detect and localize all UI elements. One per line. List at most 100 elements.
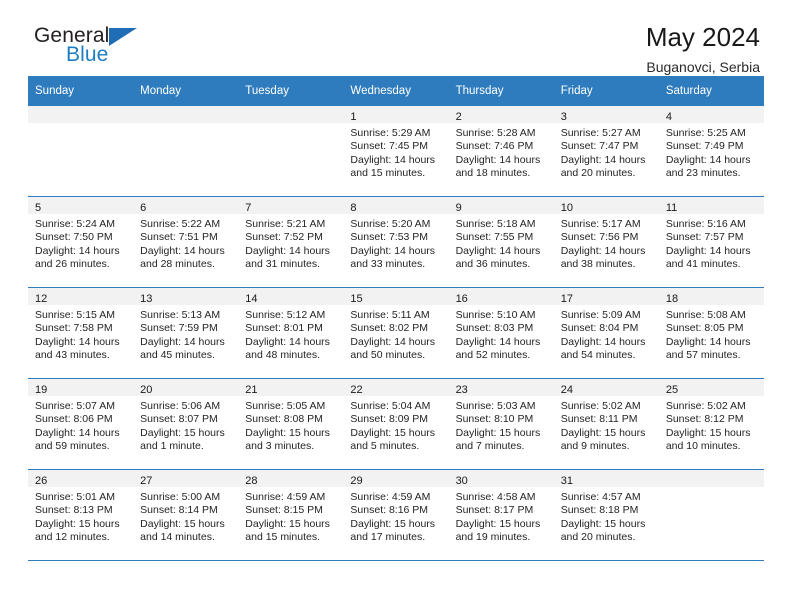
day-details: Sunrise: 5:07 AM Sunset: 8:06 PM Daylight:… [28, 396, 133, 454]
sunset-text: Sunset: 7:56 PM [560, 231, 639, 244]
calendar-day-cell[interactable]: 25 Sunrise: 5:02 AM Sunset: 8:12 PM Dayligh… [658, 378, 764, 470]
daylight-text-line1: Daylight: 15 hours [560, 517, 646, 530]
sunrise-text: Sunrise: 5:07 AM [35, 400, 115, 412]
day-cell-content: 31 Sunrise: 4:57 AM Sunset: 8:18 PM Dayligh… [553, 470, 659, 558]
sunset-text: Sunset: 7:47 PM [560, 140, 639, 153]
daylight-text-line1: Daylight: 14 hours [665, 335, 751, 348]
daylight-text-line2: and 5 minutes. [350, 440, 420, 453]
day-details: Sunrise: 5:06 AM Sunset: 8:07 PM Daylight:… [133, 396, 238, 454]
sunrise-text: Sunrise: 4:58 AM [455, 491, 536, 503]
sunrise-text: Sunrise: 5:11 AM [350, 309, 430, 321]
daylight-text-line1: Daylight: 15 hours [245, 426, 330, 439]
calendar-day-cell[interactable]: 1 Sunrise: 5:29 AM Sunset: 7:45 PM Daylight… [343, 106, 449, 197]
calendar-day-cell[interactable]: 18 Sunrise: 5:08 AM Sunset: 8:05 PM Dayligh… [658, 287, 764, 379]
calendar-day-cell[interactable]: 28 Sunrise: 4:59 AM Sunset: 8:15 PM Dayligh… [238, 469, 344, 561]
calendar-day-cell-empty [658, 469, 764, 561]
daylight-text-line2: and 59 minutes. [35, 440, 110, 453]
sunrise-text: Sunrise: 5:27 AM [560, 127, 641, 139]
calendar-day-cell[interactable]: 23 Sunrise: 5:03 AM Sunset: 8:10 PM Dayligh… [448, 378, 554, 470]
day-cell-content: 21 Sunrise: 5:05 AM Sunset: 8:08 PM Dayligh… [238, 379, 344, 467]
calendar-day-cell[interactable]: 12 Sunrise: 5:15 AM Sunset: 7:58 PM Dayligh… [28, 287, 134, 379]
day-details: Sunrise: 5:22 AM Sunset: 7:51 PM Daylight:… [133, 214, 238, 272]
calendar-day-cell[interactable]: 11 Sunrise: 5:16 AM Sunset: 7:57 PM Dayligh… [658, 196, 764, 288]
sunrise-text: Sunrise: 5:12 AM [245, 309, 326, 321]
daylight-text-line1: Daylight: 15 hours [140, 517, 225, 530]
day-details: Sunrise: 4:59 AM Sunset: 8:16 PM Daylight:… [343, 487, 448, 545]
calendar-day-cell[interactable]: 15 Sunrise: 5:11 AM Sunset: 8:02 PM Dayligh… [343, 287, 449, 379]
calendar-day-cell[interactable]: 2 Sunrise: 5:28 AM Sunset: 7:46 PM Daylight… [448, 106, 554, 197]
general-blue-logo[interactable]: General Blue [34, 22, 164, 70]
day-details: Sunrise: 5:10 AM Sunset: 8:03 PM Daylight:… [449, 305, 554, 363]
day-number: 29 [350, 475, 363, 487]
day-number-band [28, 106, 134, 123]
day-number-band: 10 [553, 197, 659, 214]
weekday-header-tuesday: Tuesday [238, 76, 344, 106]
day-number-band: 17 [553, 288, 659, 305]
daylight-text-line2: and 54 minutes. [560, 349, 636, 362]
calendar-day-cell[interactable]: 24 Sunrise: 5:02 AM Sunset: 8:11 PM Dayligh… [553, 378, 659, 470]
sunrise-text: Sunrise: 5:25 AM [665, 127, 746, 139]
calendar-day-cell[interactable]: 14 Sunrise: 5:12 AM Sunset: 8:01 PM Dayligh… [238, 287, 344, 379]
logo-word-blue: Blue [66, 43, 109, 66]
calendar-day-cell[interactable]: 21 Sunrise: 5:05 AM Sunset: 8:08 PM Dayligh… [238, 378, 344, 470]
day-details: Sunrise: 4:59 AM Sunset: 8:15 PM Daylight:… [238, 487, 343, 545]
calendar-day-cell[interactable]: 10 Sunrise: 5:17 AM Sunset: 7:56 PM Dayligh… [553, 196, 659, 288]
daylight-text-line1: Daylight: 14 hours [245, 244, 330, 257]
day-number-band: 14 [238, 288, 344, 305]
calendar-day-cell[interactable]: 19 Sunrise: 5:07 AM Sunset: 8:06 PM Dayligh… [28, 378, 134, 470]
day-number: 24 [560, 384, 573, 396]
day-number: 17 [560, 293, 573, 305]
calendar-day-cell[interactable]: 16 Sunrise: 5:10 AM Sunset: 8:03 PM Dayligh… [448, 287, 554, 379]
calendar-day-cell[interactable]: 13 Sunrise: 5:13 AM Sunset: 7:59 PM Dayligh… [133, 287, 239, 379]
sunset-text: Sunset: 8:14 PM [140, 504, 218, 517]
calendar-day-cell[interactable]: 3 Sunrise: 5:27 AM Sunset: 7:47 PM Daylight… [553, 106, 659, 197]
daylight-text-line2: and 43 minutes. [35, 349, 110, 362]
day-number-band: 24 [553, 379, 659, 396]
calendar-day-cell[interactable]: 31 Sunrise: 4:57 AM Sunset: 8:18 PM Dayligh… [553, 469, 659, 561]
day-cell-content: 6 Sunrise: 5:22 AM Sunset: 7:51 PM Daylight… [133, 197, 239, 285]
sunrise-text: Sunrise: 4:57 AM [560, 491, 641, 503]
calendar-day-cell[interactable]: 7 Sunrise: 5:21 AM Sunset: 7:52 PM Daylight… [238, 196, 344, 288]
sunset-text: Sunset: 7:57 PM [665, 231, 744, 244]
day-details: Sunrise: 5:29 AM Sunset: 7:45 PM Daylight:… [343, 123, 448, 181]
calendar-table: Sunday Monday Tuesday Wednesday Thursday Frid… [28, 76, 764, 561]
daylight-text-line1: Daylight: 14 hours [350, 335, 436, 348]
calendar-day-cell[interactable]: 29 Sunrise: 4:59 AM Sunset: 8:16 PM Dayligh… [343, 469, 449, 561]
calendar-day-cell[interactable]: 4 Sunrise: 5:25 AM Sunset: 7:49 PM Daylight… [658, 106, 764, 197]
calendar-day-cell[interactable]: 27 Sunrise: 5:00 AM Sunset: 8:14 PM Dayligh… [133, 469, 239, 561]
day-number-band: 29 [343, 470, 449, 487]
daylight-text-line2: and 57 minutes. [665, 349, 741, 362]
calendar-day-cell[interactable]: 30 Sunrise: 4:58 AM Sunset: 8:17 PM Dayligh… [448, 469, 554, 561]
daylight-text-line2: and 45 minutes. [140, 349, 215, 362]
calendar-day-cell[interactable]: 6 Sunrise: 5:22 AM Sunset: 7:51 PM Daylight… [133, 196, 239, 288]
day-number: 16 [455, 293, 468, 305]
calendar-day-cell[interactable]: 8 Sunrise: 5:20 AM Sunset: 7:53 PM Daylight… [343, 196, 449, 288]
sunrise-text: Sunrise: 5:22 AM [140, 218, 221, 230]
day-number: 13 [140, 293, 153, 305]
day-details: Sunrise: 5:09 AM Sunset: 8:04 PM Daylight:… [554, 305, 659, 363]
daylight-text-line2: and 9 minutes. [560, 440, 630, 453]
calendar-day-cell[interactable]: 22 Sunrise: 5:04 AM Sunset: 8:09 PM Dayligh… [343, 378, 449, 470]
calendar-day-cell[interactable]: 5 Sunrise: 5:24 AM Sunset: 7:50 PM Daylight… [28, 196, 134, 288]
calendar-day-cell[interactable]: 17 Sunrise: 5:09 AM Sunset: 8:04 PM Dayligh… [553, 287, 659, 379]
day-number-band: 21 [238, 379, 344, 396]
day-number-band: 30 [448, 470, 554, 487]
sunset-text: Sunset: 8:07 PM [140, 413, 218, 426]
calendar-day-cell[interactable]: 20 Sunrise: 5:06 AM Sunset: 8:07 PM Dayligh… [133, 378, 239, 470]
sunset-text: Sunset: 8:12 PM [665, 413, 744, 426]
calendar-day-cell[interactable]: 9 Sunrise: 5:18 AM Sunset: 7:55 PM Daylight… [448, 196, 554, 288]
day-details: Sunrise: 5:04 AM Sunset: 8:09 PM Daylight:… [343, 396, 448, 454]
sunset-text: Sunset: 8:18 PM [560, 504, 639, 517]
calendar-day-cell[interactable]: 26 Sunrise: 5:01 AM Sunset: 8:13 PM Dayligh… [28, 469, 134, 561]
day-number-band [658, 470, 764, 487]
day-number: 2 [455, 111, 462, 123]
day-number-band: 9 [448, 197, 554, 214]
daylight-text-line2: and 14 minutes. [140, 531, 215, 544]
sunset-text: Sunset: 7:55 PM [455, 231, 534, 244]
daylight-text-line1: Daylight: 14 hours [35, 426, 120, 439]
daylight-text-line2: and 36 minutes. [455, 258, 531, 271]
daylight-text-line2: and 15 minutes. [350, 167, 426, 180]
sunrise-text: Sunrise: 5:09 AM [560, 309, 641, 321]
sunset-text: Sunset: 7:51 PM [140, 231, 218, 244]
day-number: 19 [35, 384, 48, 396]
